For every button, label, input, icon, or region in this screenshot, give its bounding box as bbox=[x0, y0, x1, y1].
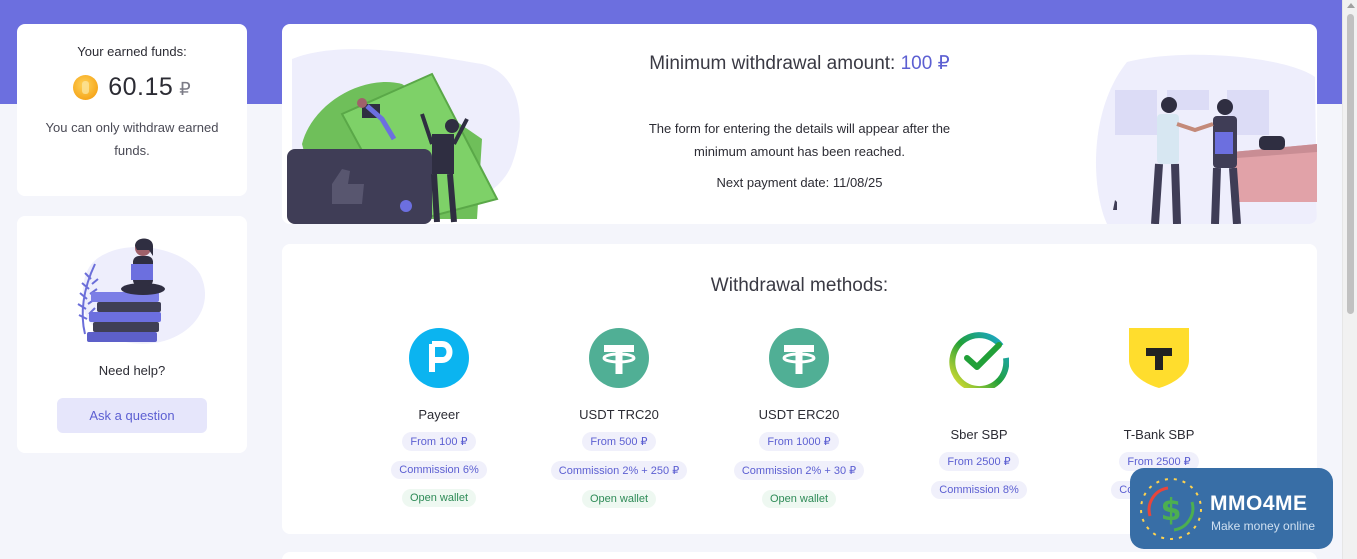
watermark-title: MMO4ME bbox=[1210, 492, 1308, 515]
open-wallet-link[interactable]: Open wallet bbox=[761, 490, 837, 508]
withdrawal-methods-title: Withdrawal methods: bbox=[710, 275, 889, 296]
method-usdt-erc20[interactable]: USDT ERC20 From 1000 ₽ Commission 2% + 3… bbox=[709, 328, 889, 508]
method-name: T-Bank SBP bbox=[1123, 427, 1195, 442]
funds-title: Your earned funds: bbox=[77, 44, 187, 59]
method-sber-sbp[interactable]: Sber SBP From 2500 ₽ Commission 8% bbox=[889, 328, 1069, 499]
minimum-title-text: Minimum withdrawal amount: bbox=[649, 53, 896, 74]
funds-note: You can only withdraw earned funds. bbox=[45, 120, 219, 158]
scroll-thumb[interactable] bbox=[1347, 14, 1354, 314]
method-min-badge: From 500 ₽ bbox=[582, 432, 656, 451]
mmo4me-watermark: $ MMO4ME Make money online bbox=[1130, 468, 1333, 549]
method-min-badge: From 2500 ₽ bbox=[939, 452, 1019, 471]
watermark-subtitle: Make money online bbox=[1211, 519, 1316, 533]
help-card: Need help? Ask a question bbox=[17, 216, 247, 453]
open-wallet-link[interactable]: Open wallet bbox=[401, 489, 477, 507]
handshake-illustration bbox=[1095, 54, 1317, 224]
method-min-badge: From 100 ₽ bbox=[402, 432, 476, 451]
minimum-amount-value: 100 ₽ bbox=[900, 53, 950, 74]
ask-question-button[interactable]: Ask a question bbox=[57, 398, 207, 433]
tether-icon bbox=[589, 328, 649, 388]
next-section-card bbox=[282, 552, 1317, 559]
method-payeer[interactable]: Payeer From 100 ₽ Commission 6% Open wal… bbox=[349, 328, 529, 507]
dollar-logo-icon: $ bbox=[1140, 478, 1202, 540]
funds-currency: ₽ bbox=[179, 79, 191, 99]
funds-amount: 60.15 bbox=[108, 73, 174, 101]
method-commission-badge: Commission 2% + 250 ₽ bbox=[550, 461, 688, 480]
method-name: USDT TRC20 bbox=[579, 407, 659, 422]
help-title: Need help? bbox=[98, 363, 166, 378]
method-name: Sber SBP bbox=[950, 427, 1008, 442]
sber-icon bbox=[949, 332, 1010, 393]
page-scrollbar[interactable] bbox=[1342, 0, 1357, 559]
tether-icon bbox=[769, 328, 829, 388]
method-commission-badge: Commission 8% bbox=[931, 481, 1027, 499]
open-wallet-link[interactable]: Open wallet bbox=[581, 490, 657, 508]
svg-text:$: $ bbox=[1161, 493, 1182, 528]
funds-balance: 60.15 ₽ bbox=[17, 73, 247, 102]
method-name: Payeer bbox=[418, 407, 460, 422]
method-usdt-trc20[interactable]: USDT TRC20 From 500 ₽ Commission 2% + 25… bbox=[529, 328, 709, 508]
earned-funds-card: Your earned funds: 60.15 ₽ You can only … bbox=[17, 24, 247, 196]
scroll-up-icon[interactable] bbox=[1347, 3, 1355, 8]
method-commission-badge: Commission 6% bbox=[391, 461, 487, 479]
method-min-badge: From 1000 ₽ bbox=[759, 432, 839, 451]
coin-icon bbox=[73, 75, 99, 100]
payeer-icon bbox=[409, 328, 469, 388]
tbank-icon bbox=[1129, 328, 1189, 388]
minimum-description: The form for entering the details will a… bbox=[648, 121, 951, 159]
reading-person-illustration bbox=[77, 238, 206, 344]
minimum-withdrawal-card: Minimum withdrawal amount: 100 ₽ The for… bbox=[282, 24, 1317, 224]
method-name: USDT ERC20 bbox=[758, 407, 840, 422]
method-commission-badge: Commission 2% + 30 ₽ bbox=[733, 461, 865, 480]
